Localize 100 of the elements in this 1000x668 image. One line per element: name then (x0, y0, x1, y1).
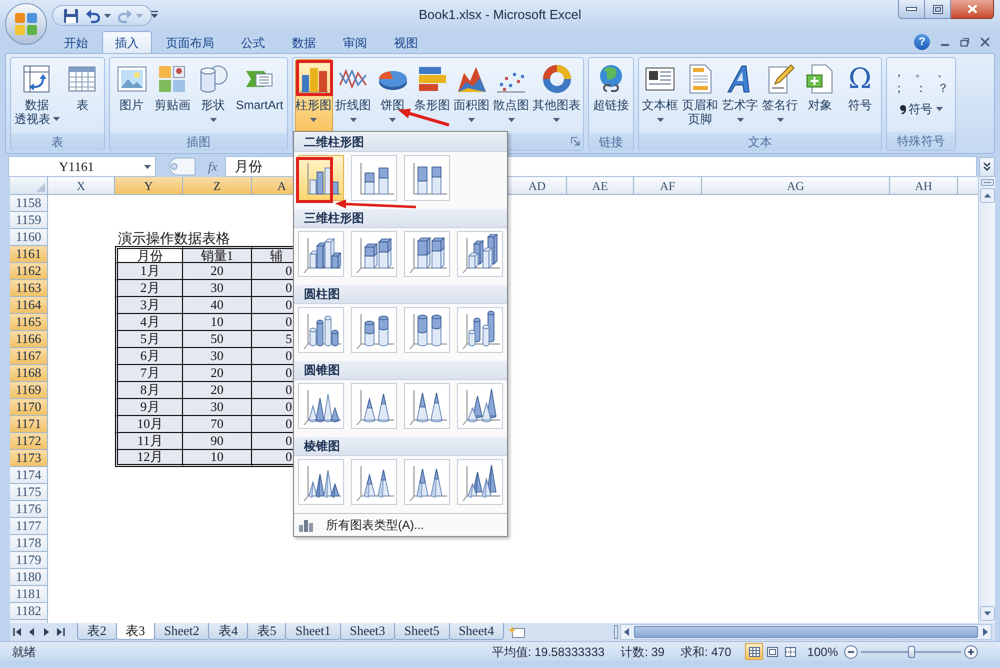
chart-type-option[interactable] (457, 383, 503, 429)
help-button[interactable]: ? (914, 34, 930, 50)
chart-type-option[interactable] (298, 231, 344, 277)
signature-line-button[interactable]: 签名行 (761, 59, 799, 133)
close-button[interactable] (951, 0, 994, 19)
maximize-button[interactable] (925, 0, 951, 19)
chart-type-option[interactable] (351, 383, 397, 429)
view-button[interactable] (745, 643, 764, 660)
dialog-launcher-icon[interactable] (571, 137, 580, 146)
symbol-button[interactable]: Ω 符号 (841, 59, 879, 133)
header-footer-button[interactable]: 页眉和 页脚 (681, 59, 719, 133)
picture-button[interactable]: 图片 (112, 59, 151, 133)
row-header[interactable]: 1167 (10, 348, 48, 365)
chart-type-option[interactable] (457, 459, 503, 505)
customize-icon[interactable] (150, 10, 159, 20)
row-header[interactable]: 1172 (10, 433, 48, 450)
chart-type-option[interactable] (351, 155, 397, 201)
chart-type-option[interactable] (404, 231, 450, 277)
symbol-button[interactable]: 、 (935, 65, 951, 80)
chart-type-option[interactable] (298, 307, 344, 353)
chart-type-option[interactable] (404, 383, 450, 429)
row-header[interactable]: 1170 (10, 399, 48, 416)
smartart-button[interactable]: SmartArt (234, 59, 284, 133)
chart-type-option[interactable] (404, 155, 450, 201)
symbol-button[interactable]: ； (891, 81, 907, 96)
symbol-button[interactable]: 。 (913, 65, 929, 80)
ribbon-tab[interactable]: 开始 (51, 31, 101, 53)
column-header[interactable]: X (48, 177, 115, 195)
expand-button[interactable] (979, 156, 995, 176)
column-header[interactable]: Z (183, 177, 252, 195)
chart-type-option[interactable] (351, 231, 397, 277)
pivot-table-button[interactable]: 数据 透视表 (14, 59, 61, 133)
hyperlink-button[interactable]: 超链接 (592, 59, 630, 133)
sheet-tab[interactable]: 表3 (116, 623, 155, 640)
symbol-menu-button[interactable]: 符号 (898, 100, 944, 118)
row-header[interactable]: 1169 (10, 382, 48, 399)
slider-thumb[interactable] (908, 646, 915, 658)
ribbon-tab[interactable]: 审阅 (330, 31, 380, 53)
scatter-chart-button[interactable]: 散点图 (492, 59, 530, 133)
clip-art-button[interactable]: 剪贴画 (153, 59, 192, 133)
row-header[interactable]: 1160 (10, 229, 48, 246)
row-header[interactable]: 1178 (10, 535, 48, 552)
sheet-tab[interactable]: Sheet5 (394, 623, 450, 640)
undo-button[interactable] (85, 6, 111, 24)
restore-icon[interactable] (960, 37, 970, 47)
first-sheet-icon[interactable] (12, 626, 24, 638)
symbol-button[interactable]: ？ (935, 81, 951, 96)
chart-type-option[interactable] (404, 307, 450, 353)
row-header[interactable]: 1158 (10, 195, 48, 212)
sheet-tab[interactable]: Sheet3 (340, 623, 396, 640)
ribbon-tab[interactable]: 视图 (381, 31, 431, 53)
new-sheet-icon[interactable] (508, 625, 526, 639)
close-icon[interactable] (980, 37, 990, 47)
sheet-tab[interactable]: 表4 (208, 623, 248, 640)
sheet-tab[interactable]: 表5 (246, 623, 286, 640)
row-header[interactable]: 1174 (10, 467, 48, 484)
last-sheet-icon[interactable] (54, 626, 66, 638)
horizontal-scrollbar[interactable] (620, 624, 992, 640)
chart-type-option[interactable] (404, 459, 450, 505)
symbol-button[interactable]: ， (891, 65, 907, 80)
row-header[interactable]: 1162 (10, 263, 48, 280)
row-header[interactable]: 1163 (10, 280, 48, 297)
row-header[interactable]: 1176 (10, 501, 48, 518)
zoom-out-icon[interactable] (844, 644, 858, 658)
row-header[interactable]: 1180 (10, 569, 48, 586)
office-button[interactable] (5, 3, 47, 45)
scroll-thumb[interactable] (634, 626, 978, 638)
row-header[interactable]: 1182 (10, 603, 48, 620)
column-header[interactable]: AH (890, 177, 958, 195)
save-button[interactable] (63, 6, 79, 24)
row-header[interactable]: 1159 (10, 212, 48, 229)
object-button[interactable]: 对象 (801, 59, 839, 133)
chart-type-option[interactable] (457, 231, 503, 277)
name-box[interactable]: Y1161 (8, 156, 156, 177)
row-header[interactable]: 1165 (10, 314, 48, 331)
all-chart-types-button[interactable]: 所有图表类型(A)... (294, 513, 507, 536)
split-handle-icon[interactable] (980, 179, 994, 186)
zoom-slider[interactable] (861, 644, 961, 658)
chart-type-option[interactable] (351, 307, 397, 353)
ribbon-tab[interactable]: 插入 (102, 31, 152, 53)
symbol-button[interactable]: ： (913, 81, 929, 96)
column-header[interactable]: A (252, 177, 293, 195)
minimize-button[interactable] (898, 0, 925, 19)
sheet-tab[interactable]: Sheet1 (285, 623, 341, 640)
bar-chart-button[interactable]: 条形图 (413, 59, 451, 133)
row-header[interactable]: 1166 (10, 331, 48, 348)
chart-type-option[interactable] (351, 459, 397, 505)
chart-type-option[interactable] (298, 383, 344, 429)
column-header[interactable]: AG (702, 177, 890, 195)
text-box-button[interactable]: 文本框 (641, 59, 679, 133)
ribbon-tab[interactable]: 公式 (228, 31, 278, 53)
chart-type-option[interactable] (298, 459, 344, 505)
zoom-in-icon[interactable] (964, 644, 978, 658)
ribbon-tab[interactable]: 页面布局 (153, 31, 227, 53)
sheet-tab[interactable]: Sheet4 (448, 623, 504, 640)
table-button[interactable]: 表 (63, 59, 102, 133)
sheet-tab[interactable]: Sheet2 (154, 623, 210, 640)
chart-type-option[interactable] (457, 307, 503, 353)
row-header[interactable]: 1161 (10, 246, 48, 263)
column-header[interactable]: Y (115, 177, 183, 195)
